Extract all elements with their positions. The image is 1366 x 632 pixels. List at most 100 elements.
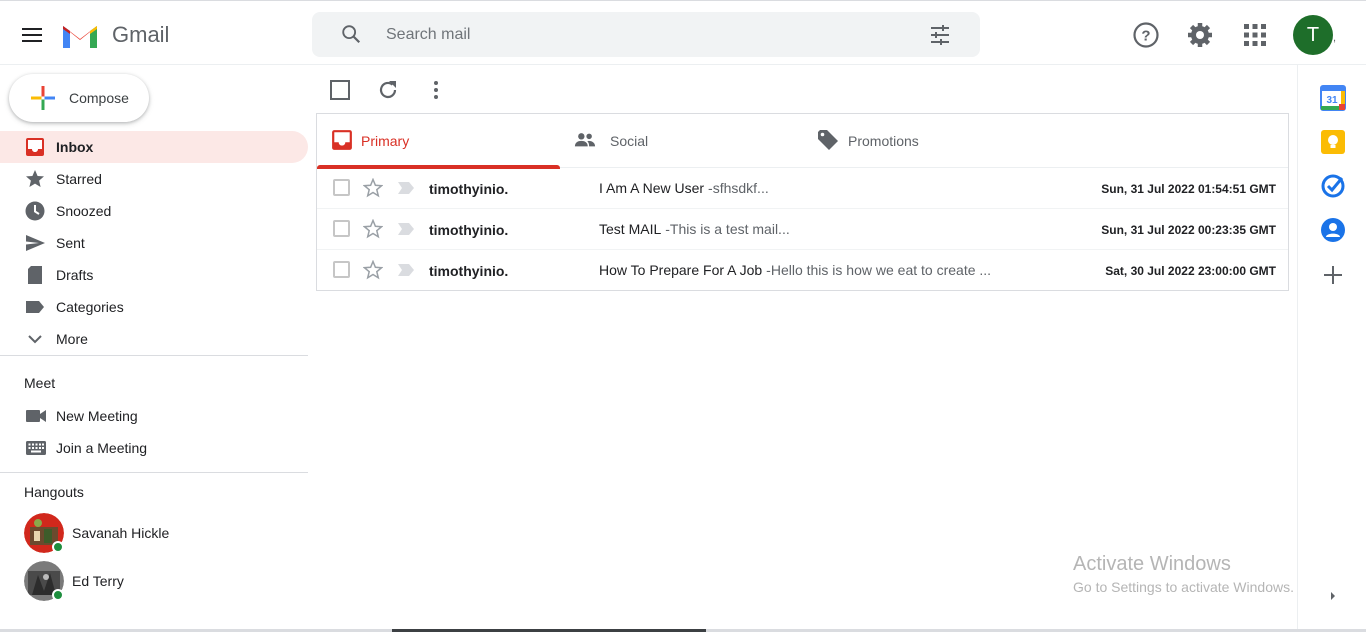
star-outline-icon[interactable] (363, 219, 383, 239)
sidebar-item-label: Categories (56, 299, 124, 315)
refresh-icon[interactable] (376, 78, 400, 102)
email-row[interactable]: timothyinio. Test MAIL -This is a test ma… (317, 209, 1288, 250)
new-meeting-label: New Meeting (56, 408, 138, 424)
email-row[interactable]: timothyinio. I Am A New User -sfhsdkf... … (317, 168, 1288, 209)
add-icon[interactable] (1320, 262, 1346, 288)
video-camera-icon (26, 410, 46, 422)
more-vert-icon[interactable] (424, 78, 448, 102)
mail-list-panel: Primary Social Promotions timothyinio. I… (316, 113, 1289, 291)
online-status-dot (52, 589, 64, 601)
search-bar[interactable] (312, 12, 980, 57)
new-meeting-button[interactable]: New Meeting (0, 400, 308, 432)
keep-icon[interactable] (1320, 129, 1346, 155)
search-input[interactable] (386, 22, 906, 48)
tab-label: Social (610, 133, 649, 149)
apps-grid-icon[interactable] (1241, 21, 1269, 49)
inbox-icon (26, 138, 44, 156)
sidebar-item-label: Inbox (56, 139, 94, 155)
tasks-icon[interactable] (1320, 173, 1346, 199)
settings-gear-icon[interactable] (1186, 21, 1214, 49)
activation-watermark-title: Activate Windows (1073, 553, 1231, 575)
people-icon (574, 133, 596, 147)
expand-arrow-icon[interactable] (1320, 583, 1346, 609)
email-row[interactable]: timothyinio. How To Prepare For A Job -He… (317, 250, 1288, 291)
category-tabs: Primary Social Promotions (317, 114, 1288, 169)
contact-name: Savanah Hickle (72, 525, 170, 541)
sidebar-divider (0, 472, 308, 473)
compose-label: Compose (69, 90, 129, 106)
sidebar-nav: Inbox Starred Snoozed Sent Drafts Catego… (0, 131, 308, 355)
star-outline-icon[interactable] (363, 260, 383, 280)
email-subject: Test MAIL (599, 221, 662, 237)
star-icon (26, 170, 44, 187)
email-subject: How To Prepare For A Job (599, 262, 763, 278)
tab-label: Primary (361, 133, 410, 149)
sidebar-item-starred[interactable]: Starred (0, 163, 308, 195)
tab-primary[interactable]: Primary (317, 114, 560, 169)
star-outline-icon[interactable] (363, 178, 383, 198)
email-subject-line: I Am A New User -sfhsdkf... (599, 180, 769, 196)
email-subject: I Am A New User (599, 180, 705, 196)
email-sender: timothyinio. (429, 263, 509, 279)
email-snippet: -sfhsdkf... (708, 180, 769, 196)
contact-name: Ed Terry (72, 573, 124, 589)
join-meeting-label: Join a Meeting (56, 440, 148, 456)
row-checkbox[interactable] (333, 179, 350, 196)
importance-marker-icon[interactable] (397, 263, 415, 277)
inbox-icon (332, 130, 352, 150)
hangouts-contact[interactable]: Ed Terry (0, 559, 308, 603)
sidebar-item-label: Snoozed (56, 203, 112, 219)
activation-watermark-subtitle: Go to Settings to activate Windows. (1073, 579, 1294, 595)
row-checkbox[interactable] (333, 261, 350, 278)
email-sender: timothyinio. (429, 222, 509, 238)
search-options-icon[interactable] (928, 24, 952, 46)
tab-label: Promotions (848, 133, 919, 149)
email-subject-line: How To Prepare For A Job -Hello this is h… (599, 262, 991, 278)
meet-section-title: Meet (24, 375, 56, 391)
help-icon[interactable]: ? (1132, 21, 1160, 49)
contacts-icon[interactable] (1320, 217, 1346, 243)
importance-marker-icon[interactable] (397, 222, 415, 236)
draft-icon (28, 266, 42, 284)
account-avatar[interactable]: T (1293, 15, 1333, 55)
sidebar-item-drafts[interactable]: Drafts (0, 259, 308, 291)
hangouts-contact[interactable]: Savanah Hickle (0, 511, 308, 555)
avatar-trailing-char: , (1333, 32, 1337, 44)
mail-toolbar (316, 66, 1296, 112)
svg-text:?: ? (1141, 28, 1150, 45)
sidebar-divider (0, 355, 308, 356)
hamburger-menu-icon[interactable] (20, 25, 44, 45)
compose-button[interactable]: Compose (9, 74, 149, 122)
online-status-dot (52, 541, 64, 553)
email-snippet: -This is a test mail... (665, 221, 790, 237)
row-checkbox[interactable] (333, 220, 350, 237)
sidebar-item-inbox[interactable]: Inbox (0, 131, 308, 163)
importance-marker-icon[interactable] (397, 181, 415, 195)
hangouts-section-title: Hangouts (24, 484, 84, 500)
label-icon (26, 301, 44, 313)
sidebar-item-sent[interactable]: Sent (0, 227, 308, 259)
sidebar-item-more[interactable]: More (0, 323, 308, 355)
sidebar-item-label: Sent (56, 235, 85, 251)
clock-icon (25, 201, 45, 221)
email-subject-line: Test MAIL -This is a test mail... (599, 221, 790, 237)
calendar-icon[interactable]: 31 (1320, 85, 1346, 111)
sidebar-item-snoozed[interactable]: Snoozed (0, 195, 308, 227)
search-icon[interactable] (340, 23, 362, 45)
email-date: Sat, 30 Jul 2022 23:00:00 GMT (1105, 264, 1276, 278)
send-icon (26, 235, 45, 251)
select-all-checkbox[interactable] (328, 78, 352, 102)
side-apps-panel: 31 (1297, 65, 1366, 632)
keyboard-icon (26, 441, 46, 455)
compose-plus-icon (31, 86, 55, 110)
tab-social[interactable]: Social (560, 114, 803, 168)
app-name: Gmail (112, 22, 170, 47)
tab-promotions[interactable]: Promotions (803, 114, 1046, 168)
gmail-logo-icon[interactable] (60, 20, 100, 50)
join-meeting-button[interactable]: Join a Meeting (0, 432, 308, 464)
sidebar-item-categories[interactable]: Categories (0, 291, 308, 323)
email-date: Sun, 31 Jul 2022 00:23:35 GMT (1101, 223, 1276, 237)
email-date: Sun, 31 Jul 2022 01:54:51 GMT (1101, 182, 1276, 196)
sidebar-item-label: Starred (56, 171, 102, 187)
tag-icon (818, 130, 838, 150)
